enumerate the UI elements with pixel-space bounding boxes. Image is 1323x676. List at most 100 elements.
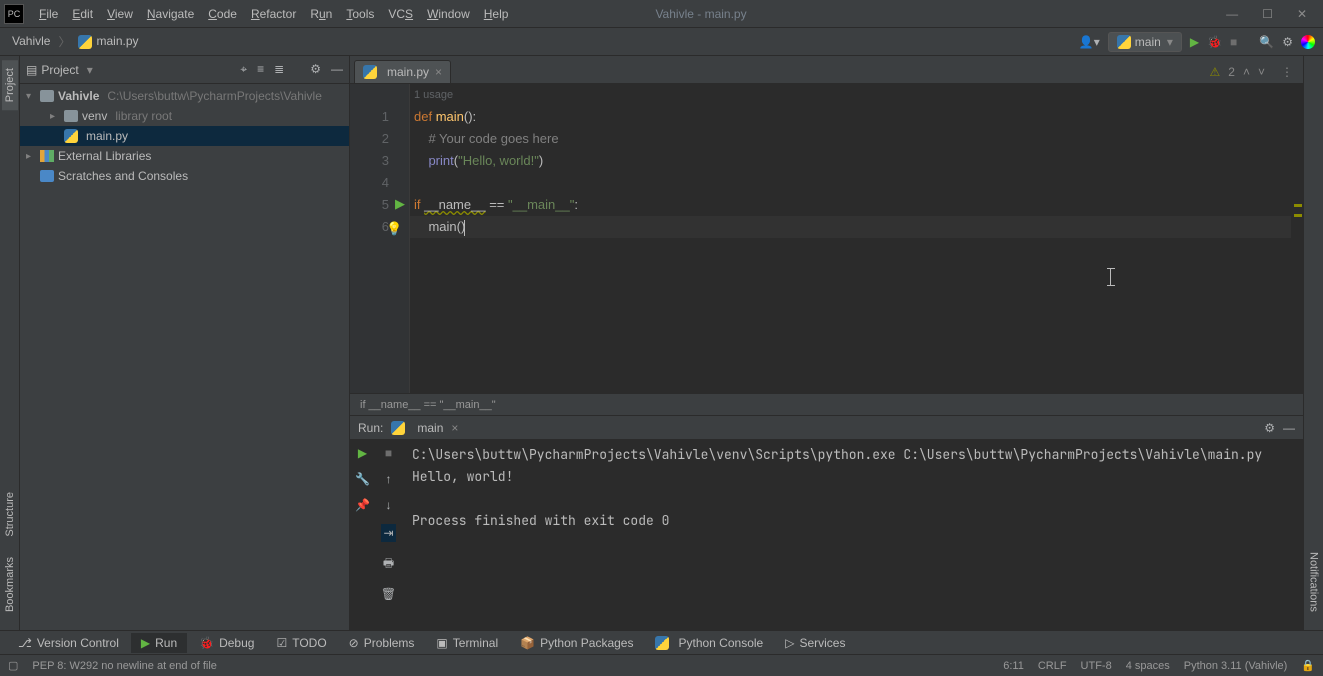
warning-icon[interactable]: ⚠ xyxy=(1210,65,1221,79)
settings-icon[interactable]: ⚙ xyxy=(1282,35,1293,49)
menu-refactor[interactable]: Refactor xyxy=(244,3,303,25)
status-caret-pos[interactable]: 6:11 xyxy=(1003,660,1024,672)
menu-window[interactable]: Window xyxy=(420,3,477,25)
structure-tool-tab[interactable]: Structure xyxy=(2,484,18,545)
tree-external-libraries[interactable]: ▸ External Libraries xyxy=(20,146,349,166)
down-icon[interactable]: ↓ xyxy=(386,498,392,512)
status-interpreter[interactable]: Python 3.11 (Vahivle) xyxy=(1184,660,1288,672)
warning-mark[interactable] xyxy=(1294,214,1302,217)
more-icon[interactable]: ⋮ xyxy=(1281,65,1293,79)
menu-navigate[interactable]: Navigate xyxy=(140,3,201,25)
editor-tab-main[interactable]: main.py × xyxy=(354,60,451,83)
tool-services[interactable]: ▷Services xyxy=(775,633,855,653)
code-line-1[interactable]: def main(): xyxy=(410,106,1291,128)
project-tool-tab[interactable]: Project xyxy=(2,60,18,110)
project-panel-title[interactable]: ▤ Project ▾ xyxy=(26,63,93,77)
trash-icon[interactable]: 🗑 xyxy=(381,587,396,601)
menu-view[interactable]: View xyxy=(100,3,140,25)
gear-icon[interactable]: ⚙ xyxy=(1264,421,1275,435)
minimize-icon[interactable]: — xyxy=(1226,7,1238,21)
tool-todo[interactable]: ☑TODO xyxy=(266,633,336,653)
stop-button[interactable]: ■ xyxy=(1230,35,1237,49)
close-tab-icon[interactable]: × xyxy=(435,65,442,79)
wrench-icon[interactable]: 🔧 xyxy=(355,472,370,486)
code-line-4[interactable] xyxy=(410,172,1291,194)
maximize-icon[interactable]: ☐ xyxy=(1262,7,1273,21)
prev-highlight-icon[interactable]: ˄ xyxy=(1243,65,1250,79)
debug-button[interactable]: 🐞 xyxy=(1207,35,1222,49)
add-user-icon[interactable]: 👤▾ xyxy=(1079,35,1100,49)
breadcrumb-project[interactable]: Vahivle xyxy=(8,32,54,50)
editor-body[interactable]: 1 2 3 4 5 6 ▶ 1 usage def main(): # Your… xyxy=(350,84,1303,393)
color-wheel-icon[interactable] xyxy=(1301,35,1315,49)
hide-panel-icon[interactable]: — xyxy=(331,62,343,77)
expand-all-icon[interactable]: ≡ xyxy=(257,62,264,77)
status-indent[interactable]: 4 spaces xyxy=(1126,660,1170,672)
tool-problems[interactable]: ⊘Problems xyxy=(339,633,425,653)
menu-bar: PC File Edit View Navigate Code Refactor… xyxy=(0,0,1323,28)
search-icon[interactable]: 🔍 xyxy=(1259,35,1274,49)
error-stripe[interactable] xyxy=(1291,84,1303,393)
python-icon xyxy=(363,65,377,79)
gear-icon[interactable]: ⚙ xyxy=(310,62,321,77)
lock-icon[interactable]: 🔒 xyxy=(1301,659,1315,672)
inspection-count[interactable]: 2 xyxy=(1228,65,1235,79)
menu-vcs[interactable]: VCS xyxy=(381,3,420,25)
intention-bulb-icon[interactable]: 💡 xyxy=(386,218,402,240)
menu-help[interactable]: Help xyxy=(477,3,516,25)
tool-python-packages[interactable]: 📦Python Packages xyxy=(510,633,643,653)
chevron-right-icon[interactable]: ▸ xyxy=(26,151,36,162)
code-line-2[interactable]: # Your code goes here xyxy=(410,128,1291,150)
chevron-right-icon[interactable]: ▸ xyxy=(50,111,60,122)
print-icon[interactable]: 🖶 xyxy=(383,554,394,575)
menu-tools[interactable]: Tools xyxy=(339,3,381,25)
code-line-5[interactable]: if __name__ == "__main__": xyxy=(410,194,1291,216)
status-hint-icon[interactable]: ▢ xyxy=(8,659,18,672)
tool-python-console[interactable]: Python Console xyxy=(645,633,773,653)
menu-code[interactable]: Code xyxy=(201,3,244,25)
console-output[interactable]: C:\Users\buttw\PycharmProjects\Vahivle\v… xyxy=(402,440,1303,630)
editor-breadcrumb[interactable]: if __name__ == "__main__" xyxy=(350,393,1303,415)
status-line-sep[interactable]: CRLF xyxy=(1038,660,1067,672)
tree-scratches[interactable]: Scratches and Consoles xyxy=(20,166,349,186)
close-run-tab-icon[interactable]: × xyxy=(451,421,458,435)
tree-main-file[interactable]: main.py xyxy=(20,126,349,146)
breadcrumb-file[interactable]: main.py xyxy=(74,32,142,51)
warning-mark[interactable] xyxy=(1294,204,1302,207)
status-encoding[interactable]: UTF-8 xyxy=(1081,660,1112,672)
up-icon[interactable]: ↑ xyxy=(386,472,392,486)
status-hint[interactable]: PEP 8: W292 no newline at end of file xyxy=(32,660,216,672)
menu-file[interactable]: File xyxy=(32,3,65,25)
tool-terminal[interactable]: ▣Terminal xyxy=(426,633,508,653)
notifications-tool-tab[interactable]: Notifications xyxy=(1306,544,1322,620)
run-button[interactable]: ▶ xyxy=(1190,35,1199,49)
menu-run[interactable]: Run xyxy=(303,3,339,25)
editor-tabs: main.py × ⚠ 2 ˄ ˅ ⋮ xyxy=(350,56,1303,84)
collapse-all-icon[interactable]: ≣ xyxy=(274,62,284,77)
gutter-run-icon[interactable]: ▶ xyxy=(395,193,405,215)
code-line-6[interactable]: 💡 main() xyxy=(410,216,1291,238)
tool-vcs[interactable]: ⎇Version Control xyxy=(8,633,129,653)
bottom-tool-bar: ⎇Version Control ▶Run 🐞Debug ☑TODO ⊘Prob… xyxy=(0,630,1323,654)
pin-icon[interactable]: 📌 xyxy=(355,498,370,512)
bookmarks-tool-tab[interactable]: Bookmarks xyxy=(2,549,18,620)
menu-edit[interactable]: Edit xyxy=(65,3,100,25)
hide-panel-icon[interactable]: — xyxy=(1283,421,1295,435)
next-highlight-icon[interactable]: ˅ xyxy=(1258,65,1265,79)
locate-icon[interactable]: ⌖ xyxy=(240,62,247,77)
run-config-select[interactable]: main ▾ xyxy=(1108,32,1182,52)
project-tree[interactable]: ▾ Vahivle C:\Users\buttw\PycharmProjects… xyxy=(20,84,349,630)
stop-icon[interactable]: ■ xyxy=(385,446,392,460)
usage-hint[interactable]: 1 usage xyxy=(410,84,1291,106)
close-icon[interactable]: ✕ xyxy=(1297,7,1307,21)
tool-run[interactable]: ▶Run xyxy=(131,633,187,653)
code-area[interactable]: 1 usage def main(): # Your code goes her… xyxy=(410,84,1291,393)
tree-venv[interactable]: ▸ venv library root xyxy=(20,106,349,126)
tool-debug[interactable]: 🐞Debug xyxy=(189,633,264,653)
rerun-icon[interactable]: ▶ xyxy=(358,446,367,460)
code-line-3[interactable]: print("Hello, world!") xyxy=(410,150,1291,172)
tree-root[interactable]: ▾ Vahivle C:\Users\buttw\PycharmProjects… xyxy=(20,86,349,106)
chevron-down-icon[interactable]: ▾ xyxy=(26,91,36,102)
run-config-name[interactable]: main xyxy=(417,421,443,435)
soft-wrap-icon[interactable]: ⇥ xyxy=(381,524,395,542)
